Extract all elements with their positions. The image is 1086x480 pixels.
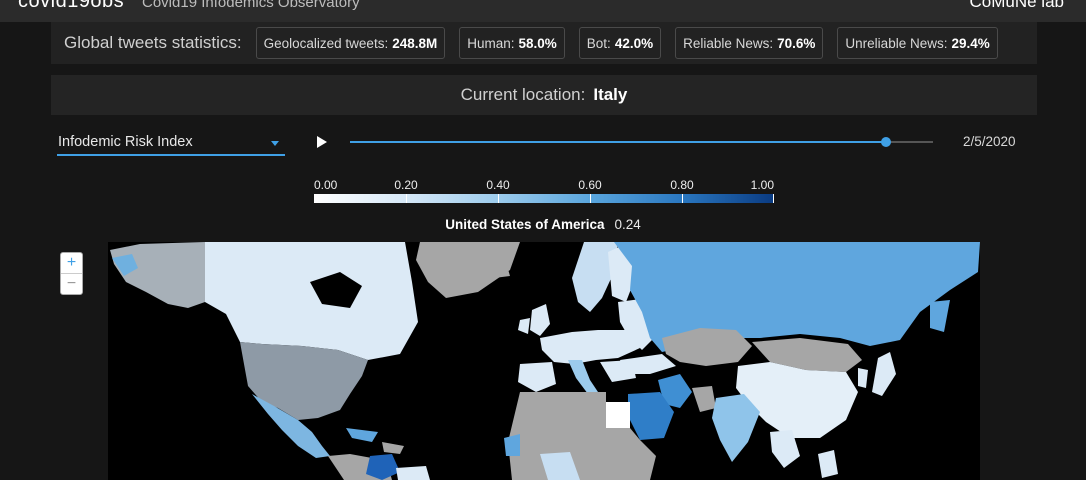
- legend-ticks: 0.00 0.20 0.40 0.60 0.80 1.00: [314, 178, 774, 192]
- stat-value: 42.0%: [614, 35, 654, 51]
- color-scale-legend: [314, 194, 775, 203]
- zoom-in-button[interactable]: +: [61, 253, 82, 273]
- stats-title: Global tweets statistics:: [64, 33, 242, 52]
- stat-label: Unreliable News:: [845, 35, 948, 51]
- map-zoom-control: + −: [60, 252, 83, 295]
- location-label: Current location:: [460, 85, 586, 104]
- stat-value: 248.8M: [392, 35, 438, 51]
- legend-tick: 0.40: [486, 178, 510, 192]
- stat-value: 70.6%: [777, 35, 816, 51]
- metric-select-value: Infodemic Risk Index: [58, 134, 193, 150]
- legend-divider: [773, 194, 775, 203]
- global-stats-bar: Global tweets statistics: Geolocalized t…: [51, 22, 1037, 64]
- stat-label: Reliable News:: [683, 35, 774, 51]
- world-map[interactable]: [0, 242, 1086, 480]
- top-bar: covid19obs Covid19 Infodemics Observator…: [0, 0, 1086, 22]
- chevron-down-icon: [271, 141, 279, 146]
- legend-tick: 0.60: [578, 178, 602, 192]
- stat-reliable-news: Reliable News: 70.6%: [675, 27, 824, 59]
- legend-divider: [406, 194, 407, 203]
- legend-tick: 0.00: [314, 178, 338, 192]
- timeline-slider-fill: [350, 141, 887, 143]
- stat-value: 29.4%: [951, 35, 990, 51]
- stat-unreliable-news: Unreliable News: 29.4%: [837, 27, 998, 59]
- legend-tick: 1.00: [750, 178, 774, 192]
- legend-divider: [590, 194, 591, 203]
- lab-logo[interactable]: CoMuNe lab: [970, 0, 1065, 12]
- stat-bot: Bot: 42.0%: [578, 27, 662, 59]
- current-date: 2/5/2020: [963, 134, 1016, 149]
- legend-divider: [498, 194, 499, 203]
- stat-label: Human:: [467, 35, 515, 51]
- country-egypt[interactable]: [606, 402, 630, 428]
- legend-tick: 0.20: [394, 178, 418, 192]
- hover-value: 0.24: [614, 217, 641, 232]
- stat-human: Human: 58.0%: [459, 27, 565, 59]
- brand-logo[interactable]: covid19obs: [18, 0, 124, 13]
- stat-label: Geolocalized tweets:: [263, 35, 389, 51]
- location-value: Italy: [593, 85, 628, 104]
- legend-divider: [682, 194, 683, 203]
- app-subtitle: Covid19 Infodemics Observatory: [142, 0, 360, 11]
- stat-geolocalized-tweets: Geolocalized tweets: 248.8M: [255, 27, 446, 59]
- country-venezuela[interactable]: [396, 466, 430, 480]
- hover-info: United States of America 0.24: [0, 217, 1086, 232]
- timeline-slider[interactable]: [350, 137, 933, 147]
- stat-label: Bot:: [586, 35, 611, 51]
- metric-select[interactable]: Infodemic Risk Index: [57, 130, 285, 156]
- current-location-bar: Current location: Italy: [51, 75, 1037, 115]
- hover-country: United States of America: [445, 217, 605, 232]
- play-icon[interactable]: [317, 136, 327, 148]
- timeline-slider-thumb[interactable]: [881, 137, 892, 147]
- legend-tick: 0.80: [670, 178, 694, 192]
- zoom-out-button[interactable]: −: [61, 273, 82, 294]
- stat-value: 58.0%: [518, 35, 557, 51]
